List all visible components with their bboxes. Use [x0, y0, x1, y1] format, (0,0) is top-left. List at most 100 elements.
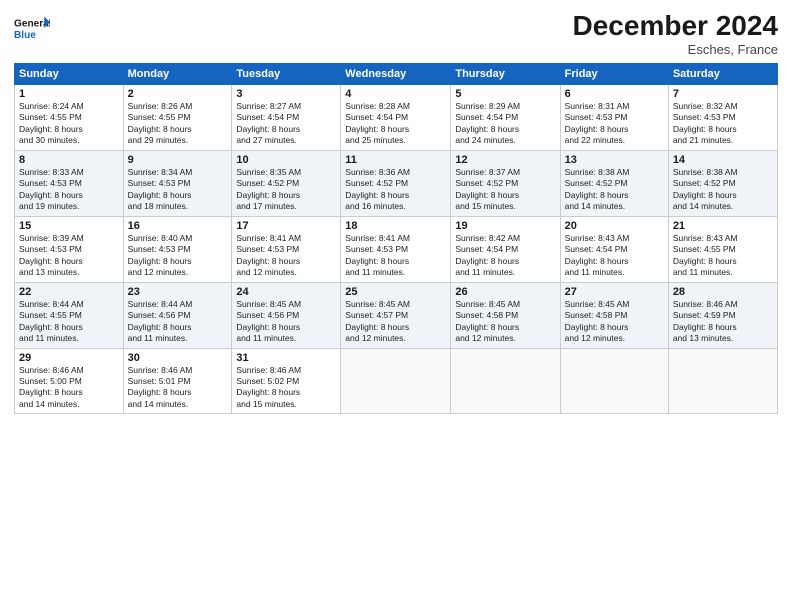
- col-thursday: Thursday: [451, 64, 560, 85]
- calendar-cell-w1-d5: 5Sunrise: 8:29 AM Sunset: 4:54 PM Daylig…: [451, 85, 560, 151]
- calendar-cell-w3-d4: 18Sunrise: 8:41 AM Sunset: 4:53 PM Dayli…: [341, 216, 451, 282]
- day-info: Sunrise: 8:45 AM Sunset: 4:57 PM Dayligh…: [345, 299, 446, 345]
- day-info: Sunrise: 8:41 AM Sunset: 4:53 PM Dayligh…: [236, 233, 336, 279]
- header: General Blue December 2024 Esches, Franc…: [14, 10, 778, 57]
- day-number: 9: [128, 154, 228, 166]
- day-number: 16: [128, 220, 228, 232]
- day-number: 8: [19, 154, 119, 166]
- day-info: Sunrise: 8:36 AM Sunset: 4:52 PM Dayligh…: [345, 167, 446, 213]
- day-number: 10: [236, 154, 336, 166]
- calendar-cell-w4-d6: 27Sunrise: 8:45 AM Sunset: 4:58 PM Dayli…: [560, 282, 668, 348]
- calendar-cell-w2-d6: 13Sunrise: 8:38 AM Sunset: 4:52 PM Dayli…: [560, 150, 668, 216]
- calendar-cell-w4-d7: 28Sunrise: 8:46 AM Sunset: 4:59 PM Dayli…: [668, 282, 777, 348]
- day-info: Sunrise: 8:45 AM Sunset: 4:58 PM Dayligh…: [455, 299, 555, 345]
- calendar-week-2: 8Sunrise: 8:33 AM Sunset: 4:53 PM Daylig…: [15, 150, 778, 216]
- day-number: 3: [236, 88, 336, 100]
- day-number: 29: [19, 352, 119, 364]
- day-number: 20: [565, 220, 664, 232]
- day-info: Sunrise: 8:45 AM Sunset: 4:56 PM Dayligh…: [236, 299, 336, 345]
- title-block: December 2024 Esches, France: [573, 10, 778, 57]
- day-number: 31: [236, 352, 336, 364]
- calendar-cell-w2-d1: 8Sunrise: 8:33 AM Sunset: 4:53 PM Daylig…: [15, 150, 124, 216]
- day-info: Sunrise: 8:42 AM Sunset: 4:54 PM Dayligh…: [455, 233, 555, 279]
- calendar-cell-w4-d5: 26Sunrise: 8:45 AM Sunset: 4:58 PM Dayli…: [451, 282, 560, 348]
- logo: General Blue: [14, 10, 50, 46]
- day-info: Sunrise: 8:44 AM Sunset: 4:56 PM Dayligh…: [128, 299, 228, 345]
- calendar-cell-w2-d2: 9Sunrise: 8:34 AM Sunset: 4:53 PM Daylig…: [123, 150, 232, 216]
- calendar-cell-w3-d5: 19Sunrise: 8:42 AM Sunset: 4:54 PM Dayli…: [451, 216, 560, 282]
- calendar-cell-w5-d1: 29Sunrise: 8:46 AM Sunset: 5:00 PM Dayli…: [15, 348, 124, 414]
- day-number: 7: [673, 88, 773, 100]
- day-info: Sunrise: 8:46 AM Sunset: 5:01 PM Dayligh…: [128, 365, 228, 411]
- day-number: 12: [455, 154, 555, 166]
- calendar-week-4: 22Sunrise: 8:44 AM Sunset: 4:55 PM Dayli…: [15, 282, 778, 348]
- day-number: 19: [455, 220, 555, 232]
- day-number: 28: [673, 286, 773, 298]
- day-number: 11: [345, 154, 446, 166]
- day-info: Sunrise: 8:34 AM Sunset: 4:53 PM Dayligh…: [128, 167, 228, 213]
- day-number: 1: [19, 88, 119, 100]
- day-info: Sunrise: 8:43 AM Sunset: 4:55 PM Dayligh…: [673, 233, 773, 279]
- day-number: 25: [345, 286, 446, 298]
- calendar-table: Sunday Monday Tuesday Wednesday Thursday…: [14, 63, 778, 414]
- day-info: Sunrise: 8:38 AM Sunset: 4:52 PM Dayligh…: [565, 167, 664, 213]
- day-info: Sunrise: 8:35 AM Sunset: 4:52 PM Dayligh…: [236, 167, 336, 213]
- day-info: Sunrise: 8:26 AM Sunset: 4:55 PM Dayligh…: [128, 101, 228, 147]
- calendar-cell-w5-d5: [451, 348, 560, 414]
- day-info: Sunrise: 8:33 AM Sunset: 4:53 PM Dayligh…: [19, 167, 119, 213]
- day-info: Sunrise: 8:37 AM Sunset: 4:52 PM Dayligh…: [455, 167, 555, 213]
- calendar-cell-w5-d2: 30Sunrise: 8:46 AM Sunset: 5:01 PM Dayli…: [123, 348, 232, 414]
- day-number: 18: [345, 220, 446, 232]
- day-number: 6: [565, 88, 664, 100]
- day-number: 24: [236, 286, 336, 298]
- day-number: 4: [345, 88, 446, 100]
- calendar-cell-w3-d2: 16Sunrise: 8:40 AM Sunset: 4:53 PM Dayli…: [123, 216, 232, 282]
- day-number: 22: [19, 286, 119, 298]
- calendar-cell-w5-d3: 31Sunrise: 8:46 AM Sunset: 5:02 PM Dayli…: [232, 348, 341, 414]
- day-info: Sunrise: 8:24 AM Sunset: 4:55 PM Dayligh…: [19, 101, 119, 147]
- day-number: 17: [236, 220, 336, 232]
- calendar-header-row: Sunday Monday Tuesday Wednesday Thursday…: [15, 64, 778, 85]
- calendar-cell-w4-d2: 23Sunrise: 8:44 AM Sunset: 4:56 PM Dayli…: [123, 282, 232, 348]
- col-monday: Monday: [123, 64, 232, 85]
- col-saturday: Saturday: [668, 64, 777, 85]
- day-info: Sunrise: 8:32 AM Sunset: 4:53 PM Dayligh…: [673, 101, 773, 147]
- page: General Blue December 2024 Esches, Franc…: [0, 0, 792, 612]
- day-number: 21: [673, 220, 773, 232]
- day-info: Sunrise: 8:41 AM Sunset: 4:53 PM Dayligh…: [345, 233, 446, 279]
- col-sunday: Sunday: [15, 64, 124, 85]
- calendar-cell-w5-d6: [560, 348, 668, 414]
- day-info: Sunrise: 8:46 AM Sunset: 4:59 PM Dayligh…: [673, 299, 773, 345]
- month-title: December 2024: [573, 10, 778, 42]
- day-number: 26: [455, 286, 555, 298]
- day-info: Sunrise: 8:45 AM Sunset: 4:58 PM Dayligh…: [565, 299, 664, 345]
- calendar-cell-w4-d1: 22Sunrise: 8:44 AM Sunset: 4:55 PM Dayli…: [15, 282, 124, 348]
- day-info: Sunrise: 8:40 AM Sunset: 4:53 PM Dayligh…: [128, 233, 228, 279]
- calendar-cell-w3-d7: 21Sunrise: 8:43 AM Sunset: 4:55 PM Dayli…: [668, 216, 777, 282]
- calendar-cell-w1-d2: 2Sunrise: 8:26 AM Sunset: 4:55 PM Daylig…: [123, 85, 232, 151]
- svg-text:Blue: Blue: [14, 30, 36, 41]
- calendar-cell-w2-d4: 11Sunrise: 8:36 AM Sunset: 4:52 PM Dayli…: [341, 150, 451, 216]
- day-info: Sunrise: 8:46 AM Sunset: 5:00 PM Dayligh…: [19, 365, 119, 411]
- day-info: Sunrise: 8:28 AM Sunset: 4:54 PM Dayligh…: [345, 101, 446, 147]
- calendar-cell-w1-d3: 3Sunrise: 8:27 AM Sunset: 4:54 PM Daylig…: [232, 85, 341, 151]
- day-number: 2: [128, 88, 228, 100]
- calendar-cell-w5-d4: [341, 348, 451, 414]
- day-number: 30: [128, 352, 228, 364]
- calendar-cell-w3-d3: 17Sunrise: 8:41 AM Sunset: 4:53 PM Dayli…: [232, 216, 341, 282]
- calendar-cell-w4-d3: 24Sunrise: 8:45 AM Sunset: 4:56 PM Dayli…: [232, 282, 341, 348]
- calendar-cell-w1-d7: 7Sunrise: 8:32 AM Sunset: 4:53 PM Daylig…: [668, 85, 777, 151]
- col-friday: Friday: [560, 64, 668, 85]
- day-info: Sunrise: 8:46 AM Sunset: 5:02 PM Dayligh…: [236, 365, 336, 411]
- day-info: Sunrise: 8:31 AM Sunset: 4:53 PM Dayligh…: [565, 101, 664, 147]
- calendar-week-1: 1Sunrise: 8:24 AM Sunset: 4:55 PM Daylig…: [15, 85, 778, 151]
- col-tuesday: Tuesday: [232, 64, 341, 85]
- day-info: Sunrise: 8:27 AM Sunset: 4:54 PM Dayligh…: [236, 101, 336, 147]
- calendar-cell-w1-d1: 1Sunrise: 8:24 AM Sunset: 4:55 PM Daylig…: [15, 85, 124, 151]
- calendar-cell-w4-d4: 25Sunrise: 8:45 AM Sunset: 4:57 PM Dayli…: [341, 282, 451, 348]
- calendar-cell-w1-d4: 4Sunrise: 8:28 AM Sunset: 4:54 PM Daylig…: [341, 85, 451, 151]
- day-number: 15: [19, 220, 119, 232]
- day-info: Sunrise: 8:44 AM Sunset: 4:55 PM Dayligh…: [19, 299, 119, 345]
- calendar-cell-w2-d5: 12Sunrise: 8:37 AM Sunset: 4:52 PM Dayli…: [451, 150, 560, 216]
- day-info: Sunrise: 8:38 AM Sunset: 4:52 PM Dayligh…: [673, 167, 773, 213]
